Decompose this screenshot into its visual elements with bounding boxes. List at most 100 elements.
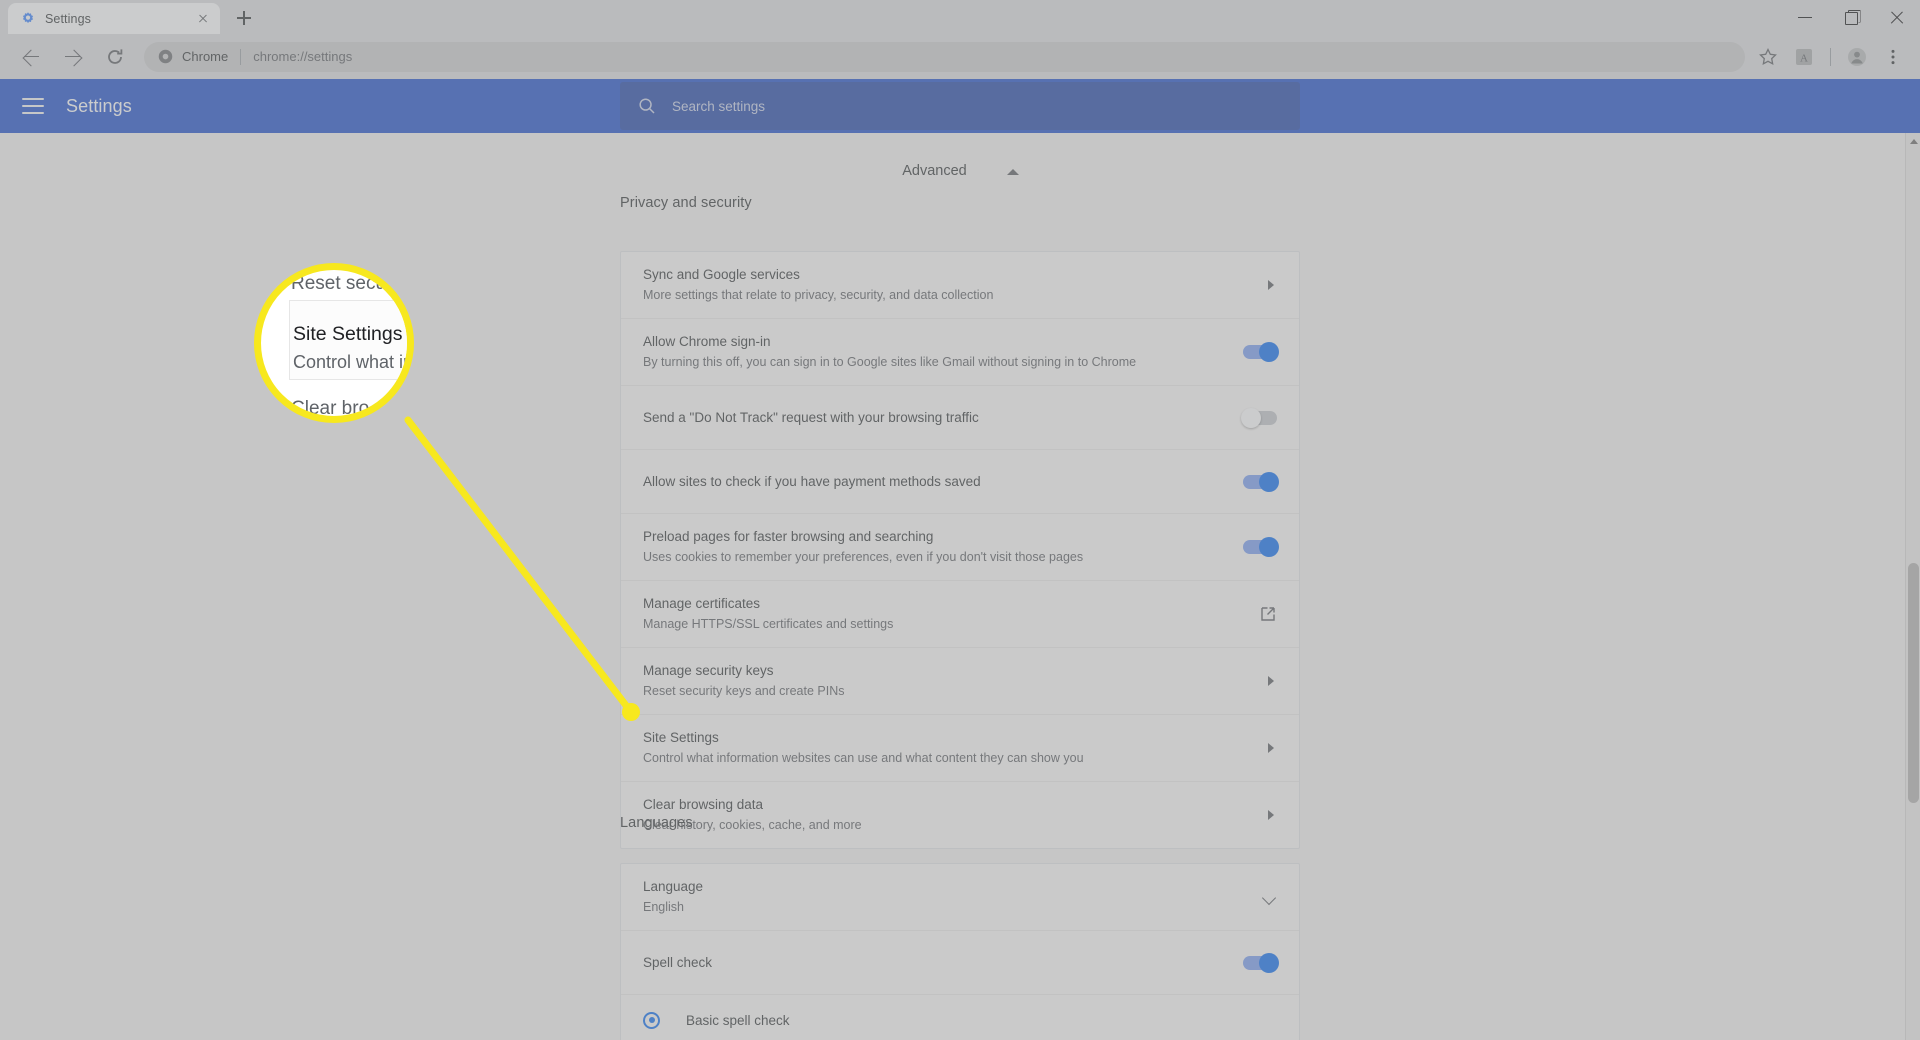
table-row[interactable]: Clear browsing data Clear history, cooki…	[621, 782, 1299, 848]
table-row[interactable]: Manage security keys Reset security keys…	[621, 648, 1299, 715]
languages-settings-card: Language English Spell check Basic spell…	[620, 863, 1300, 1040]
table-row[interactable]: Send a "Do Not Track" request with your …	[621, 386, 1299, 450]
omnibox-chip-label: Chrome	[182, 49, 229, 64]
row-control[interactable]	[1265, 742, 1277, 754]
table-row[interactable]: Spell check	[621, 931, 1299, 995]
row-control[interactable]	[1243, 342, 1279, 362]
chrome-menu-icon[interactable]	[1876, 40, 1910, 74]
row-control[interactable]	[1263, 890, 1277, 904]
chevron-up-icon[interactable]	[1006, 166, 1019, 177]
row-title: Allow Chrome sign-in	[643, 334, 771, 349]
radio-button-selected[interactable]	[643, 1011, 660, 1029]
row-subtitle: More settings that relate to privacy, se…	[643, 288, 994, 302]
close-window-button[interactable]	[1874, 0, 1920, 34]
row-text: Allow Chrome sign-in By turning this off…	[643, 319, 1227, 385]
row-control[interactable]	[1265, 279, 1277, 291]
row-text: Spell check	[643, 940, 1227, 986]
row-text: Manage certificates Manage HTTPS/SSL cer…	[643, 581, 1243, 647]
row-subtitle: Reset security keys and create PINs	[643, 684, 845, 698]
vertical-scrollbar[interactable]	[1905, 133, 1920, 1040]
row-control[interactable]	[1265, 675, 1277, 687]
radio-row-basic-spell-check[interactable]: Basic spell check	[621, 995, 1299, 1040]
advanced-toggle-row[interactable]: Advanced	[0, 163, 1920, 179]
page-title: Settings	[66, 95, 132, 116]
table-row-site-settings[interactable]: Site Settings Control what information w…	[621, 715, 1299, 782]
row-text: Language English	[643, 864, 1247, 930]
chevron-right-icon[interactable]	[1265, 279, 1277, 291]
row-title: Spell check	[643, 954, 713, 970]
omnibox-url: chrome://settings	[253, 49, 353, 64]
row-text: Allow sites to check if you have payment…	[643, 459, 1227, 505]
row-control[interactable]	[1241, 407, 1277, 428]
table-row[interactable]: Sync and Google services More settings t…	[621, 252, 1299, 319]
tab-title: Settings	[45, 11, 91, 26]
table-row[interactable]: Language English	[621, 864, 1299, 931]
row-title: Language	[643, 879, 704, 894]
chevron-right-icon[interactable]	[1265, 742, 1277, 754]
reload-button[interactable]	[98, 40, 132, 74]
table-row[interactable]: Allow Chrome sign-in By turning this off…	[621, 319, 1299, 386]
settings-gear-favicon-icon	[20, 11, 36, 27]
radio-label: Basic spell check	[686, 1012, 790, 1028]
row-title: Site Settings	[643, 730, 719, 745]
table-row[interactable]: Preload pages for faster browsing and se…	[621, 514, 1299, 581]
row-control[interactable]	[1259, 605, 1277, 623]
new-tab-button[interactable]	[230, 4, 258, 32]
bookmark-star-icon[interactable]	[1751, 40, 1785, 74]
section-heading-privacy: Privacy and security	[620, 195, 752, 211]
row-subtitle: Uses cookies to remember your preference…	[643, 550, 1084, 564]
forward-button[interactable]	[56, 40, 90, 74]
search-settings-input[interactable]: Search settings	[620, 82, 1300, 130]
close-tab-icon[interactable]	[194, 10, 212, 28]
back-button[interactable]	[14, 40, 48, 74]
main-menu-icon[interactable]	[22, 98, 44, 114]
minimize-window-button[interactable]	[1782, 0, 1828, 34]
advanced-label: Advanced	[902, 163, 967, 179]
profile-avatar-icon[interactable]	[1840, 40, 1874, 74]
browser-tab-settings[interactable]: Settings	[8, 3, 220, 34]
toolbar-right-icons: A	[1751, 40, 1910, 74]
svg-text:A: A	[1800, 52, 1808, 64]
toolbar-divider	[1830, 47, 1831, 66]
toggle-preload-pages[interactable]	[1243, 537, 1279, 557]
row-control[interactable]	[1243, 471, 1279, 492]
address-bar[interactable]: Chrome chrome://settings	[144, 41, 1745, 72]
row-subtitle: Clear history, cookies, cache, and more	[643, 818, 862, 832]
tab-strip: Settings	[0, 0, 1920, 34]
row-text: Site Settings Control what information w…	[643, 715, 1249, 781]
row-subtitle: Control what information websites can us…	[643, 751, 1084, 765]
table-row[interactable]: Allow sites to check if you have payment…	[621, 450, 1299, 514]
maximize-window-button[interactable]	[1828, 0, 1874, 34]
chevron-down-icon[interactable]	[1263, 890, 1277, 904]
row-control[interactable]	[1265, 809, 1277, 821]
row-subtitle: English	[643, 900, 684, 914]
chrome-logo-icon	[158, 49, 173, 64]
browser-window: Settings Chrome chrome://settings A Sett…	[0, 0, 1920, 1040]
scrollbar-thumb[interactable]	[1908, 563, 1919, 803]
row-title: Send a "Do Not Track" request with your …	[643, 409, 979, 425]
chevron-right-icon[interactable]	[1265, 809, 1277, 821]
toggle-do-not-track[interactable]	[1241, 407, 1277, 428]
toggle-allow-chrome-signin[interactable]	[1243, 342, 1279, 362]
window-controls	[1782, 0, 1920, 34]
row-title: Manage security keys	[643, 663, 774, 678]
settings-content: Advanced Privacy and security Sync and G…	[0, 133, 1920, 1040]
scrollbar-up-arrow-icon[interactable]	[1906, 133, 1920, 149]
toggle-spell-check[interactable]	[1243, 952, 1279, 973]
acrobat-extension-icon[interactable]: A	[1787, 40, 1821, 74]
table-row[interactable]: Manage certificates Manage HTTPS/SSL cer…	[621, 581, 1299, 648]
section-heading-languages: Languages	[620, 815, 693, 831]
row-title: Clear browsing data	[643, 797, 764, 812]
row-title: Preload pages for faster browsing and se…	[643, 529, 934, 544]
external-link-icon[interactable]	[1259, 605, 1277, 623]
omnibox-separator	[240, 48, 242, 65]
row-subtitle: Manage HTTPS/SSL certificates and settin…	[643, 617, 894, 631]
row-control[interactable]	[1243, 952, 1279, 973]
row-title: Manage certificates	[643, 596, 761, 611]
row-control[interactable]	[1243, 537, 1279, 557]
toggle-payment-methods[interactable]	[1243, 471, 1279, 492]
row-subtitle: By turning this off, you can sign in to …	[643, 355, 1137, 369]
row-title: Allow sites to check if you have payment…	[643, 473, 981, 489]
privacy-settings-card: Sync and Google services More settings t…	[620, 251, 1300, 849]
chevron-right-icon[interactable]	[1265, 675, 1277, 687]
